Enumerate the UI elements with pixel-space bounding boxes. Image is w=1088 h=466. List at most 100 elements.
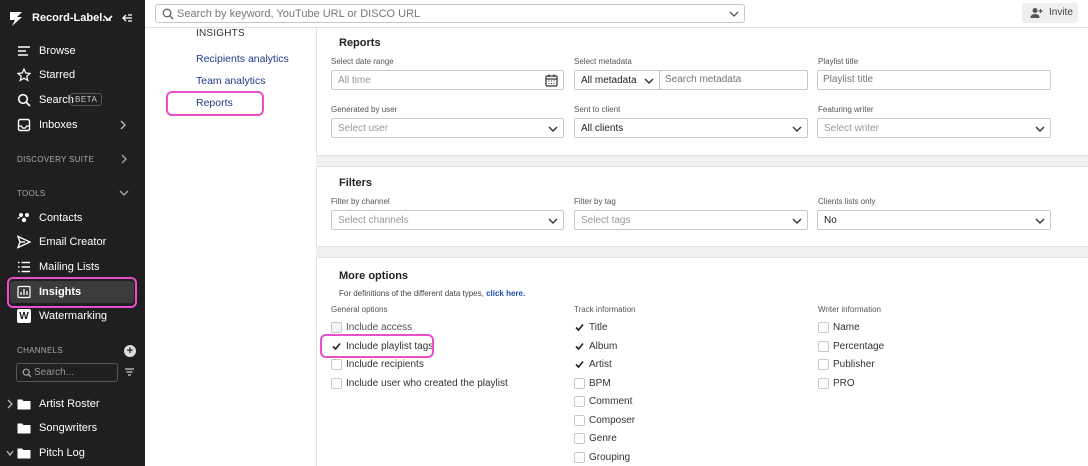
- checkbox[interactable]: [331, 322, 342, 333]
- top-bar: Invite: [145, 0, 1088, 28]
- checkbox[interactable]: [331, 377, 342, 389]
- checkmark-icon: [575, 323, 584, 332]
- checkbox[interactable]: [574, 451, 585, 463]
- calendar-icon[interactable]: [545, 74, 558, 87]
- channel-search-input[interactable]: [34, 367, 114, 378]
- reports-title: Reports: [339, 37, 381, 49]
- filters-title: Filters: [339, 177, 373, 189]
- search-icon: [162, 8, 174, 20]
- clients-only-select[interactable]: No: [817, 210, 1051, 230]
- playlist-title-field[interactable]: [817, 70, 1051, 90]
- playlist-title-label: Playlist title: [818, 57, 859, 66]
- filter-channel-select[interactable]: Select channels: [331, 210, 564, 230]
- track-option-label: Composer: [589, 414, 636, 426]
- metadata-select[interactable]: All metadata: [574, 70, 660, 90]
- featuring-select[interactable]: Select writer: [817, 118, 1051, 138]
- channel-item[interactable]: Artist Roster: [0, 393, 145, 415]
- track-option-label: Artist: [589, 359, 612, 370]
- playlist-title-input[interactable]: [823, 74, 943, 85]
- section-tools: TOOLS: [17, 189, 46, 198]
- definitions-link[interactable]: click here.: [486, 289, 525, 298]
- definitions-text: For definitions of the different data ty…: [339, 289, 526, 298]
- chevron-right-icon: [120, 120, 126, 130]
- metadata-label: Select metadata: [574, 57, 632, 66]
- checkbox[interactable]: [574, 396, 585, 407]
- checkbox[interactable]: [818, 377, 829, 389]
- checkbox[interactable]: [818, 340, 829, 352]
- chevron-down-icon[interactable]: [102, 12, 114, 24]
- chevron-down-icon[interactable]: [6, 448, 14, 458]
- chevron-down-icon[interactable]: [119, 188, 129, 198]
- folder-icon: [17, 423, 31, 434]
- nav-browse[interactable]: Browse: [0, 39, 145, 63]
- metadata-search-field[interactable]: [659, 70, 808, 90]
- folder-icon: [17, 448, 31, 459]
- writer-option-label: Name: [833, 322, 860, 333]
- add-user-icon: [1030, 8, 1043, 18]
- featuring-label: Featuring writer: [818, 105, 874, 114]
- checkbox[interactable]: [574, 414, 585, 426]
- chevron-right-icon[interactable]: [6, 399, 14, 409]
- general-option-label: Include user who created the playlist: [346, 377, 508, 389]
- checkbox[interactable]: [574, 322, 585, 333]
- nav-mailing-lists[interactable]: Mailing Lists: [0, 255, 145, 279]
- checkbox[interactable]: [574, 433, 585, 444]
- chevron-right-icon[interactable]: [119, 154, 129, 164]
- section-channels: CHANNELS: [17, 346, 63, 355]
- star-icon: [17, 68, 31, 82]
- sent-to-select[interactable]: All clients: [574, 118, 808, 138]
- search-icon: [22, 368, 32, 378]
- sent-to-label: Sent to client: [574, 105, 621, 114]
- nav-watermarking[interactable]: W Watermarking: [0, 304, 145, 328]
- global-search[interactable]: [155, 4, 745, 23]
- checkbox[interactable]: [574, 359, 585, 370]
- nav-search[interactable]: Search BETA: [0, 88, 145, 112]
- workspace-name: Record-Label...: [32, 12, 112, 24]
- track-option-label: Title: [589, 322, 608, 333]
- generated-by-select[interactable]: Select user: [331, 118, 564, 138]
- writer-option-label: PRO: [833, 377, 855, 389]
- nav-contacts[interactable]: Contacts: [0, 206, 145, 230]
- chevron-down-icon: [548, 218, 558, 224]
- track-option-label: Genre: [589, 433, 617, 444]
- chevron-down-icon: [1035, 126, 1045, 132]
- general-option-label: Include access: [346, 322, 413, 333]
- section-discovery-suite: DISCOVERY SUITE: [17, 155, 95, 164]
- clients-only-label: Clients lists only: [818, 197, 876, 206]
- channel-item[interactable]: Pitch Log: [0, 442, 145, 464]
- global-search-input[interactable]: [177, 7, 717, 20]
- checkbox[interactable]: [331, 359, 342, 370]
- channel-item[interactable]: Songwriters: [0, 417, 145, 439]
- chevron-down-icon: [792, 218, 802, 224]
- generated-by-label: Generated by user: [331, 105, 398, 114]
- nav-email-creator[interactable]: Email Creator: [0, 230, 145, 254]
- contacts-icon: [17, 213, 29, 223]
- filter-tag-select[interactable]: Select tags: [574, 210, 808, 230]
- submenu-recipients-analytics[interactable]: Recipients analytics: [196, 53, 289, 65]
- checkmark-icon: [575, 342, 584, 350]
- general-options-label: General options: [331, 305, 388, 314]
- add-channel-icon[interactable]: +: [124, 345, 136, 357]
- invite-button[interactable]: Invite: [1022, 3, 1078, 23]
- submenu-team-analytics[interactable]: Team analytics: [196, 75, 265, 87]
- date-range-field[interactable]: All time: [331, 70, 564, 90]
- nav-starred[interactable]: Starred: [0, 63, 145, 87]
- metadata-search-input[interactable]: [665, 74, 785, 85]
- checkbox[interactable]: [574, 377, 585, 389]
- channel-search[interactable]: [16, 363, 118, 382]
- collapse-sidebar-icon[interactable]: [121, 12, 133, 24]
- disco-logo-icon: [10, 12, 22, 26]
- inbox-icon: [17, 118, 31, 132]
- sidebar: Record-Label... Browse Starred Search BE…: [0, 0, 145, 466]
- general-option-label: Include recipients: [346, 359, 424, 370]
- nav-inboxes[interactable]: Inboxes: [0, 113, 145, 137]
- chevron-down-icon[interactable]: [729, 9, 739, 19]
- track-option-label: Comment: [589, 396, 633, 407]
- checkbox[interactable]: [818, 322, 829, 333]
- reports-highlight: [166, 91, 264, 116]
- filter-tag-label: Filter by tag: [574, 197, 616, 206]
- filter-icon[interactable]: [124, 367, 135, 377]
- workspace-switcher[interactable]: Record-Label...: [0, 0, 145, 38]
- checkbox[interactable]: [818, 359, 829, 370]
- checkbox[interactable]: [574, 340, 585, 352]
